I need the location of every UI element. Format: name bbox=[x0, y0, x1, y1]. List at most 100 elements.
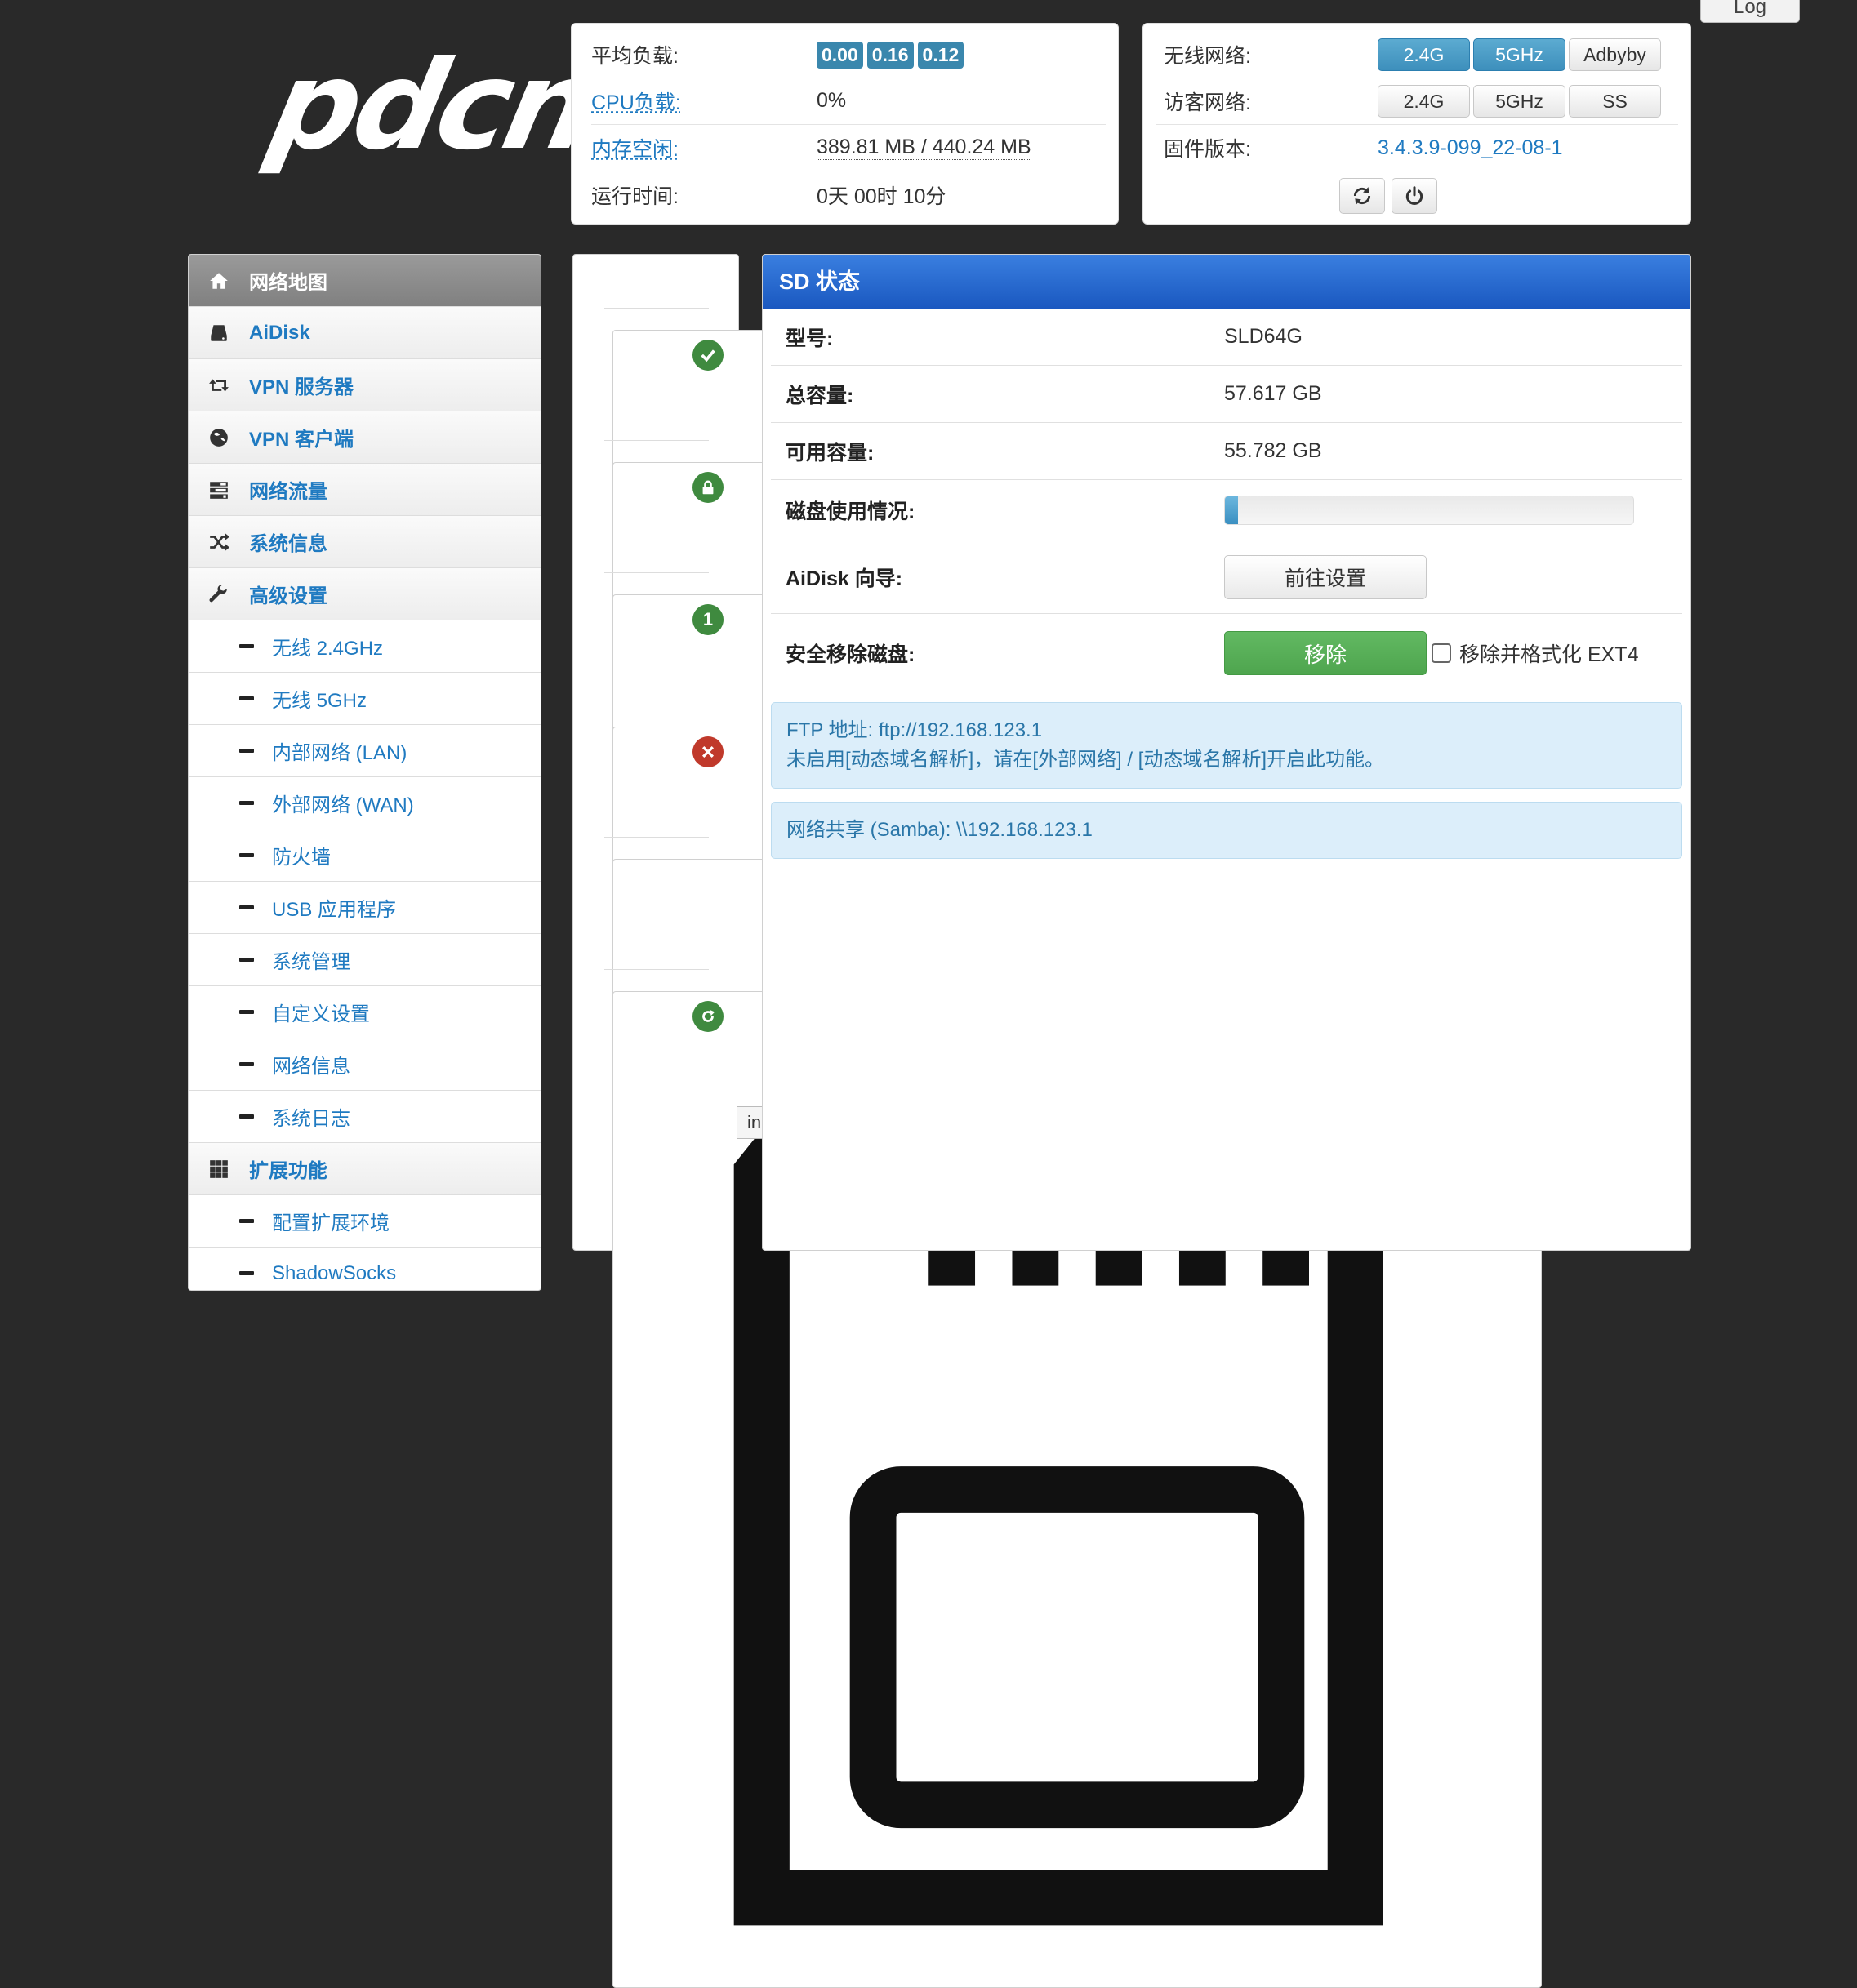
sidebar-item-4[interactable]: 网络流量 bbox=[189, 464, 541, 516]
system-status-panel: 平均负载: 0.00 0.16 0.12 CPU负载: 0% 内存空闲: 389.8… bbox=[571, 23, 1119, 225]
reboot-button[interactable] bbox=[1392, 178, 1437, 214]
clients-status-cell[interactable]: 1 bbox=[604, 572, 1542, 1591]
sidebar-item-6[interactable]: 高级设置 bbox=[189, 568, 541, 620]
clients-count-badge: 1 bbox=[692, 604, 724, 635]
uptime-label: 运行时间: bbox=[591, 185, 679, 208]
sd-status-panel: SD 状态 型号: SLD64G 总容量: 57.617 GB 可用容量: 55… bbox=[762, 254, 1691, 1251]
ddns-notice: 未启用[动态域名解析]，请在[外部网络] / [动态域名解析]开启此功能。 bbox=[786, 749, 1385, 771]
load-15min-badge: 0.12 bbox=[917, 41, 964, 69]
sidebar-item-2[interactable]: VPN 服务器 bbox=[189, 359, 541, 411]
avg-load-label: 平均负载: bbox=[591, 45, 679, 68]
load-5min-badge: 0.16 bbox=[866, 41, 914, 69]
disk-usage-row: 磁盘使用情况: bbox=[771, 480, 1682, 540]
firmware-version-link[interactable]: 3.4.3.9-099_22-08-1 bbox=[1378, 136, 1563, 160]
grid-icon bbox=[207, 1157, 231, 1181]
aidisk-setup-button[interactable]: 前往设置 bbox=[1224, 554, 1427, 599]
sidebar-item-19[interactable]: ShadowSocks bbox=[189, 1248, 541, 1290]
sidebar-item-0[interactable]: 网络地图 bbox=[189, 255, 541, 307]
sidebar-item-label: AiDisk bbox=[249, 321, 310, 344]
minus-icon bbox=[239, 1010, 254, 1014]
adbyby-button[interactable]: Adbyby bbox=[1569, 38, 1661, 71]
minus-icon bbox=[239, 696, 254, 700]
sidebar-item-label: VPN 服务器 bbox=[249, 376, 354, 398]
sidebar-item-5[interactable]: 系统信息 bbox=[189, 516, 541, 568]
sidebar-item-7[interactable]: 无线 2.4GHz bbox=[189, 620, 541, 673]
retweet-icon bbox=[207, 373, 231, 398]
log-button[interactable]: Log bbox=[1700, 0, 1800, 23]
sidebar-item-label: 网络流量 bbox=[249, 481, 327, 503]
wireless-panel: 无线网络: 2.4G 5GHz Adbyby 访客网络: 2.4G 5GHz S… bbox=[1142, 23, 1691, 225]
avg-load-values: 0.00 0.16 0.12 bbox=[817, 41, 968, 69]
usb-status-cell[interactable] bbox=[604, 837, 1542, 1856]
total-capacity-row: 总容量: 57.617 GB bbox=[771, 366, 1682, 423]
minus-icon bbox=[239, 1062, 254, 1066]
uptime-value: 0天 00时 10分 bbox=[817, 185, 946, 208]
uptime-row: 运行时间: 0天 00时 10分 bbox=[591, 171, 1106, 218]
panel-title: SD 状态 bbox=[763, 255, 1690, 309]
avg-load-row: 平均负载: 0.00 0.16 0.12 bbox=[591, 32, 1106, 78]
sidebar-item-label: 外部网络 (WAN) bbox=[272, 794, 414, 816]
cpu-load-row: CPU负载: 0% bbox=[591, 78, 1106, 125]
proxy-status-cell[interactable] bbox=[604, 705, 1542, 1723]
load-1min-badge: 0.00 bbox=[817, 41, 863, 69]
guest-row: 访客网络: 2.4G 5GHz SS bbox=[1156, 78, 1678, 125]
sidebar-item-label: ShadowSocks bbox=[272, 1261, 397, 1284]
sidebar-item-16[interactable]: 系统日志 bbox=[189, 1091, 541, 1143]
format-ext4-checkbox[interactable] bbox=[1432, 643, 1451, 663]
model-row: 型号: SLD64G bbox=[771, 309, 1682, 366]
aidisk-label: AiDisk 向导: bbox=[786, 567, 903, 590]
wireless-row: 无线网络: 2.4G 5GHz Adbyby bbox=[1156, 32, 1678, 78]
wireless-5g-button[interactable]: 5GHz bbox=[1473, 38, 1565, 71]
safe-remove-label: 安全移除磁盘: bbox=[786, 643, 915, 666]
guest-2g-button[interactable]: 2.4G bbox=[1378, 85, 1470, 118]
home-icon bbox=[207, 269, 231, 293]
memory-row: 内存空闲: 389.81 MB / 440.24 MB bbox=[591, 125, 1106, 171]
sidebar-item-11[interactable]: 防火墙 bbox=[189, 829, 541, 882]
eject-icon bbox=[692, 1001, 724, 1032]
logo: pdcn bbox=[258, 35, 604, 177]
sidebar-item-label: VPN 客户端 bbox=[249, 429, 354, 451]
minus-icon bbox=[239, 905, 254, 909]
refresh-icon bbox=[1353, 187, 1371, 205]
sidebar-item-3[interactable]: VPN 客户端 bbox=[189, 411, 541, 464]
cpu-load-link[interactable]: CPU负载: bbox=[591, 87, 817, 116]
sidebar-item-17[interactable]: 扩展功能 bbox=[189, 1143, 541, 1195]
sidebar-item-13[interactable]: 系统管理 bbox=[189, 934, 541, 986]
sidebar-item-15[interactable]: 网络信息 bbox=[189, 1038, 541, 1091]
disk-usage-fill bbox=[1225, 496, 1238, 524]
format-ext4-label: 移除并格式化 EXT4 bbox=[1459, 643, 1639, 666]
samba-info-box: 网络共享 (Samba): \\192.168.123.1 bbox=[771, 802, 1682, 859]
guest-label: 访客网络: bbox=[1164, 91, 1251, 114]
sidebar-item-8[interactable]: 无线 5GHz bbox=[189, 673, 541, 725]
sidebar-item-1[interactable]: AiDisk bbox=[189, 307, 541, 359]
shuffle-icon bbox=[207, 530, 231, 554]
guest-5g-button[interactable]: 5GHz bbox=[1473, 85, 1565, 118]
sidebar-item-14[interactable]: 自定义设置 bbox=[189, 986, 541, 1038]
sidebar-item-label: 网络信息 bbox=[272, 1056, 350, 1078]
sidebar-item-label: 自定义设置 bbox=[272, 1003, 370, 1025]
sidebar-item-10[interactable]: 外部网络 (WAN) bbox=[189, 777, 541, 829]
disk-usage-bar bbox=[1224, 495, 1634, 525]
disk-usage-label: 磁盘使用情况: bbox=[786, 500, 915, 523]
wireless-2g-button[interactable]: 2.4G bbox=[1378, 38, 1470, 71]
sidebar-item-label: 防火墙 bbox=[272, 847, 331, 869]
memory-free-link[interactable]: 内存空闲: bbox=[591, 133, 817, 162]
refresh-button[interactable] bbox=[1339, 178, 1385, 214]
minus-icon bbox=[239, 644, 254, 648]
active-pointer bbox=[738, 1012, 755, 1044]
sidebar-item-9[interactable]: 内部网络 (LAN) bbox=[189, 725, 541, 777]
ss-button[interactable]: SS bbox=[1569, 85, 1661, 118]
sidebar-item-12[interactable]: USB 应用程序 bbox=[189, 882, 541, 934]
wireless-status-cell[interactable] bbox=[604, 440, 1542, 1459]
sidebar-item-18[interactable]: 配置扩展环境 bbox=[189, 1195, 541, 1248]
lock-icon bbox=[692, 472, 724, 503]
samba-address: 网络共享 (Samba): \\192.168.123.1 bbox=[786, 819, 1093, 841]
format-ext4-option[interactable]: 移除并格式化 EXT4 bbox=[1432, 638, 1638, 668]
internet-status-cell[interactable] bbox=[604, 308, 1542, 1327]
sd-status-cell[interactable] bbox=[604, 969, 1542, 1988]
ftp-address: FTP 地址: ftp://192.168.123.1 bbox=[786, 719, 1043, 741]
total-capacity-label: 总容量: bbox=[786, 384, 854, 407]
globe-icon bbox=[207, 425, 231, 450]
connected-check-icon bbox=[692, 340, 724, 371]
remove-disk-button[interactable]: 移除 bbox=[1224, 631, 1427, 675]
